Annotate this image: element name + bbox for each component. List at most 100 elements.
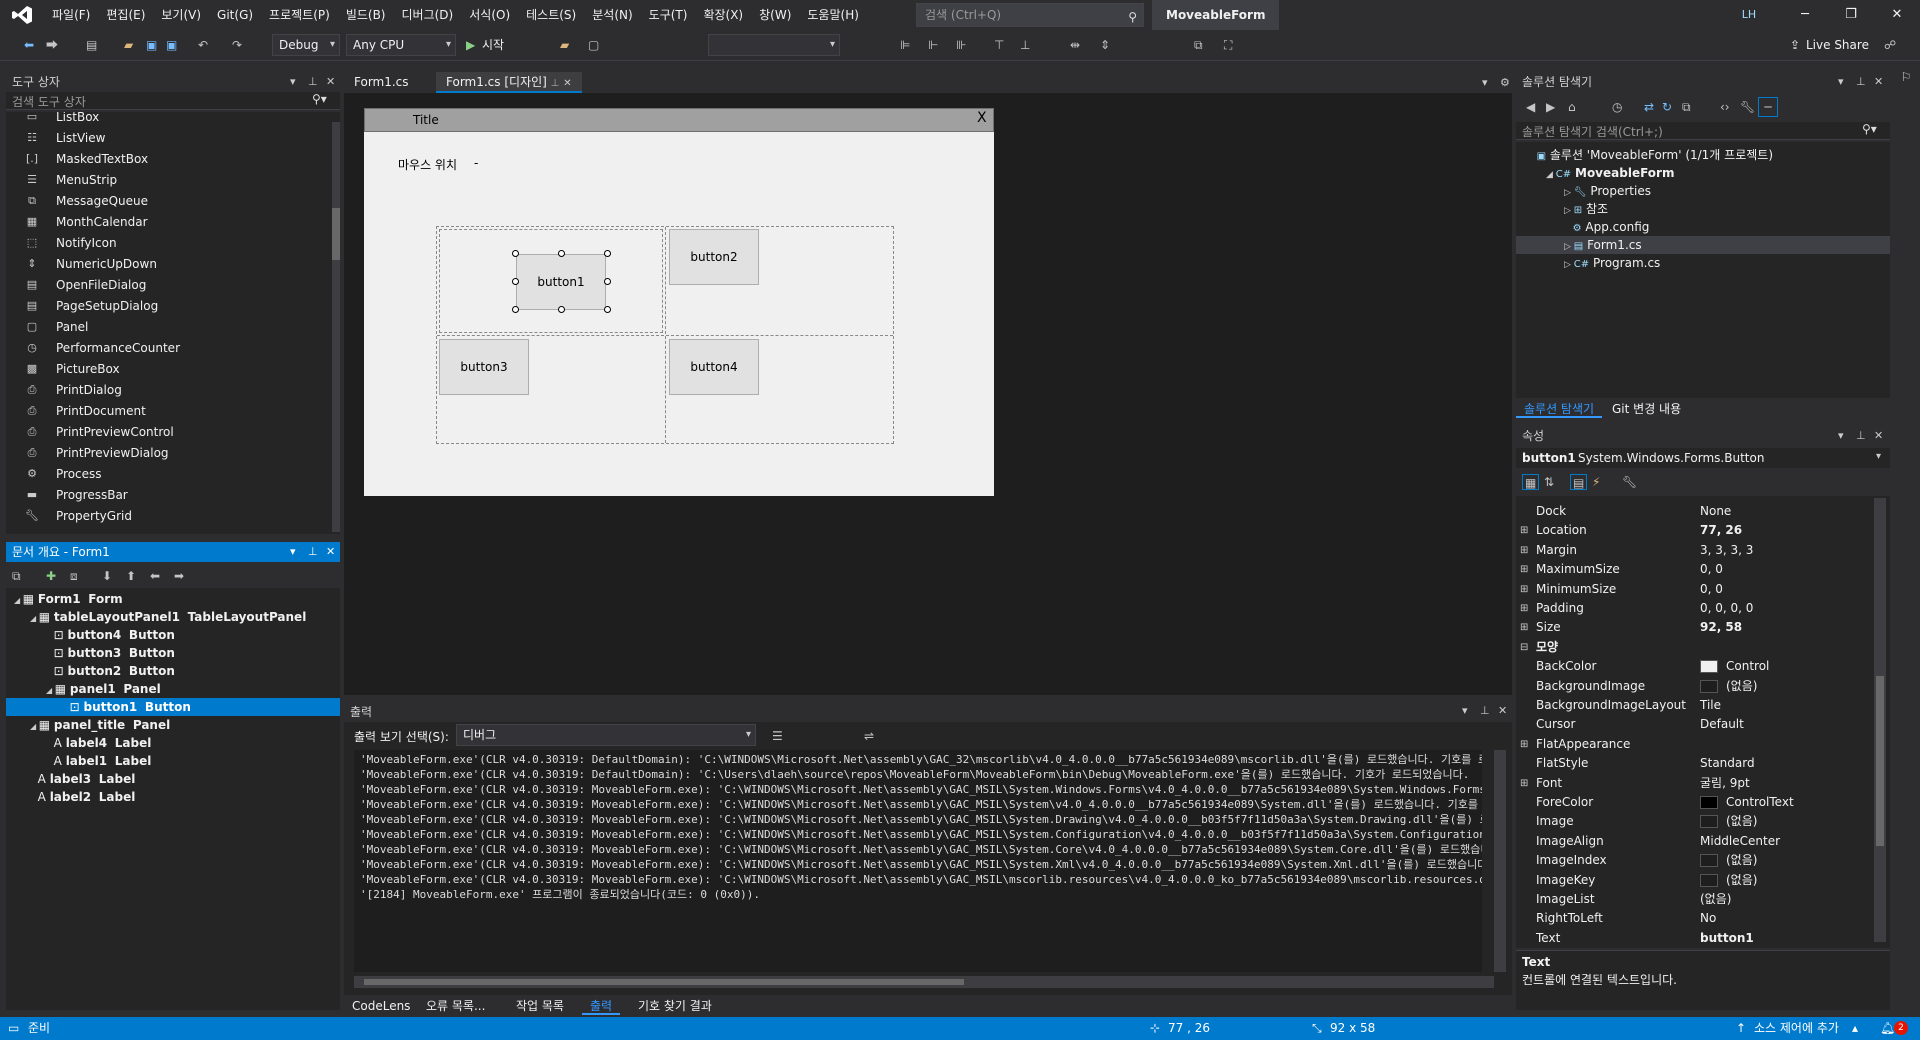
toolbox-item[interactable]: [.] MaskedTextBox [6, 148, 326, 169]
menu-item[interactable]: 파일(F) [44, 0, 98, 30]
property-row[interactable]: ⊞ Font 굴림, 9pt [1516, 774, 1870, 793]
resize-handle[interactable] [604, 250, 611, 257]
chevron-up-icon[interactable]: ▴ [1852, 1017, 1858, 1040]
target-select[interactable] [708, 34, 840, 56]
dropdown-icon[interactable]: ▾ [1462, 704, 1468, 717]
resize-handle[interactable] [604, 306, 611, 313]
toolbox-search-input[interactable]: 검색 도구 상자 ⚲▾ [6, 92, 340, 110]
copy-icon[interactable]: ⧉ [12, 568, 21, 584]
minimize-button[interactable]: ─ [1782, 0, 1828, 30]
panel1[interactable]: button1 [439, 229, 663, 333]
folder-icon[interactable]: ▰ [560, 37, 569, 53]
property-row[interactable]: ⊞ Padding 0, 0, 0, 0 [1516, 599, 1870, 618]
close-icon[interactable]: ✕ [1498, 704, 1507, 717]
property-value[interactable]: 0, 0 [1700, 560, 1723, 579]
maximize-button[interactable]: ❐ [1828, 0, 1874, 30]
outline-row[interactable]: A label1 Label [6, 752, 340, 770]
open-folder-icon[interactable]: ▰ [124, 37, 133, 53]
expand-icon[interactable]: ◢ [30, 722, 39, 731]
live-share-button[interactable]: Live Share [1806, 37, 1869, 53]
expand-icon[interactable] [1564, 224, 1573, 234]
expand-icon[interactable] [30, 794, 38, 803]
outline-row[interactable]: ◢ ▦ Form1 Form [6, 590, 340, 608]
expand-icon[interactable] [62, 704, 70, 713]
toolbox-item[interactable]: ▭ ListBox [6, 112, 326, 127]
menu-item[interactable]: 도움말(H) [799, 0, 867, 30]
property-row[interactable]: RightToLeft No [1516, 909, 1870, 928]
property-pages-icon[interactable]: 🔧︎ [1622, 474, 1637, 490]
platform-select[interactable]: Any CPU [346, 34, 456, 56]
toolbox-item[interactable]: ⧉ MessageQueue [6, 190, 326, 211]
events-icon[interactable]: ⚡ [1592, 474, 1600, 490]
menu-item[interactable]: 분석(N) [584, 0, 640, 30]
expand-icon[interactable]: ⊞ [1520, 521, 1528, 540]
properties-object-select[interactable]: button1 System.Windows.Forms.Button ▾ [1516, 448, 1890, 468]
pin-icon[interactable]: ⊥ [1856, 426, 1866, 446]
outline-row[interactable]: A label4 Label [6, 734, 340, 752]
toolbox-item[interactable]: ▬ ProgressBar [6, 484, 326, 505]
new-project-icon[interactable]: ▤ [86, 37, 97, 53]
toolbox-item[interactable]: ☷ ListView [6, 127, 326, 148]
resize-handle[interactable] [512, 278, 519, 285]
toolbox-item[interactable]: ▦ MonthCalendar [6, 211, 326, 232]
alphabetical-icon[interactable]: ⇅ [1544, 474, 1554, 490]
property-value[interactable]: Standard [1700, 754, 1755, 773]
close-icon[interactable]: ✕ [563, 78, 571, 89]
solution-tree-item[interactable]: ▷ ⊞ 참조 [1516, 200, 1890, 218]
dropdown-icon[interactable]: ▾ [290, 542, 296, 562]
outline-row[interactable]: A label3 Label [6, 770, 340, 788]
resize-handle[interactable] [604, 278, 611, 285]
property-row[interactable]: ⊟ 모양 [1516, 638, 1870, 657]
align-middle-icon[interactable]: ⊥ [1020, 37, 1030, 53]
table-layout-panel[interactable]: button1 button2 button3 button4 [436, 226, 894, 444]
toolbox-item[interactable]: ⎙ PrintPreviewControl [6, 421, 326, 442]
menu-item[interactable]: 창(W) [751, 0, 799, 30]
bell-icon[interactable]: 🔔︎ [1880, 1017, 1895, 1040]
same-height-icon[interactable]: ⇕ [1100, 37, 1110, 53]
categorized-icon[interactable]: ▦ [1522, 474, 1540, 490]
solution-tree-item[interactable]: ⚙ App.config [1516, 218, 1890, 236]
close-icon[interactable]: ✕ [326, 542, 335, 562]
expand-icon[interactable] [46, 650, 54, 659]
outline-row[interactable]: ◢ ▦ panel1 Panel [6, 680, 340, 698]
undo-icon[interactable]: ↶ [198, 37, 208, 53]
align-left-icon[interactable]: ⊫ [900, 37, 910, 53]
expand-icon[interactable]: ◢ [30, 614, 39, 623]
upload-icon[interactable]: ↑ [1736, 1017, 1746, 1040]
word-wrap-icon[interactable]: ⇌ [864, 728, 874, 744]
output-source-select[interactable]: 디버그 [456, 724, 756, 746]
bottom-tab[interactable]: CodeLens [344, 997, 418, 1015]
dropdown-icon[interactable]: ▾ [1482, 76, 1488, 89]
expand-icon[interactable] [46, 740, 54, 749]
bottom-tab[interactable]: 출력 [582, 997, 621, 1015]
bottom-tab[interactable]: 작업 목록 [508, 997, 572, 1015]
menu-item[interactable]: 보기(V) [153, 0, 209, 30]
property-row[interactable]: ImageIndex (없음) [1516, 851, 1870, 870]
property-value[interactable]: ControlText [1726, 793, 1794, 812]
refresh-icon[interactable]: ↻ [1662, 99, 1672, 115]
menu-item[interactable]: Git(G) [209, 0, 261, 30]
property-value[interactable]: 0, 0, 0, 0 [1700, 599, 1753, 618]
outline-row[interactable]: ⊡ button2 Button [6, 662, 340, 680]
property-value[interactable]: MiddleCenter [1700, 832, 1780, 851]
menu-item[interactable]: 확장(X) [695, 0, 751, 30]
property-value[interactable]: Tile [1700, 696, 1721, 715]
start-button[interactable]: 시작 [482, 37, 504, 53]
toolbox-item[interactable]: ▤ OpenFileDialog [6, 274, 326, 295]
history-icon[interactable]: ◷ [1612, 99, 1622, 115]
toolbox-scroll-thumb[interactable] [332, 208, 340, 260]
menu-item[interactable]: 서식(O) [461, 0, 518, 30]
dropdown-icon[interactable]: ▾ [1838, 426, 1844, 446]
close-window-button[interactable]: ✕ [1874, 0, 1920, 30]
source-control-button[interactable]: 소스 제어에 추가 [1754, 1017, 1839, 1040]
properties-scroll-thumb[interactable] [1876, 676, 1884, 846]
resize-handle[interactable] [512, 306, 519, 313]
align-right-icon[interactable]: ⊪ [956, 37, 966, 53]
expand-icon[interactable] [46, 632, 54, 641]
property-value[interactable]: (없음) [1726, 812, 1757, 831]
menu-item[interactable]: 테스트(S) [518, 0, 584, 30]
pin-icon[interactable]: ⊥ [1480, 704, 1490, 717]
pin-icon[interactable]: ⊥ [308, 72, 318, 92]
redo-icon[interactable]: ↷ [232, 37, 242, 53]
property-value[interactable]: 92, 58 [1700, 618, 1742, 637]
